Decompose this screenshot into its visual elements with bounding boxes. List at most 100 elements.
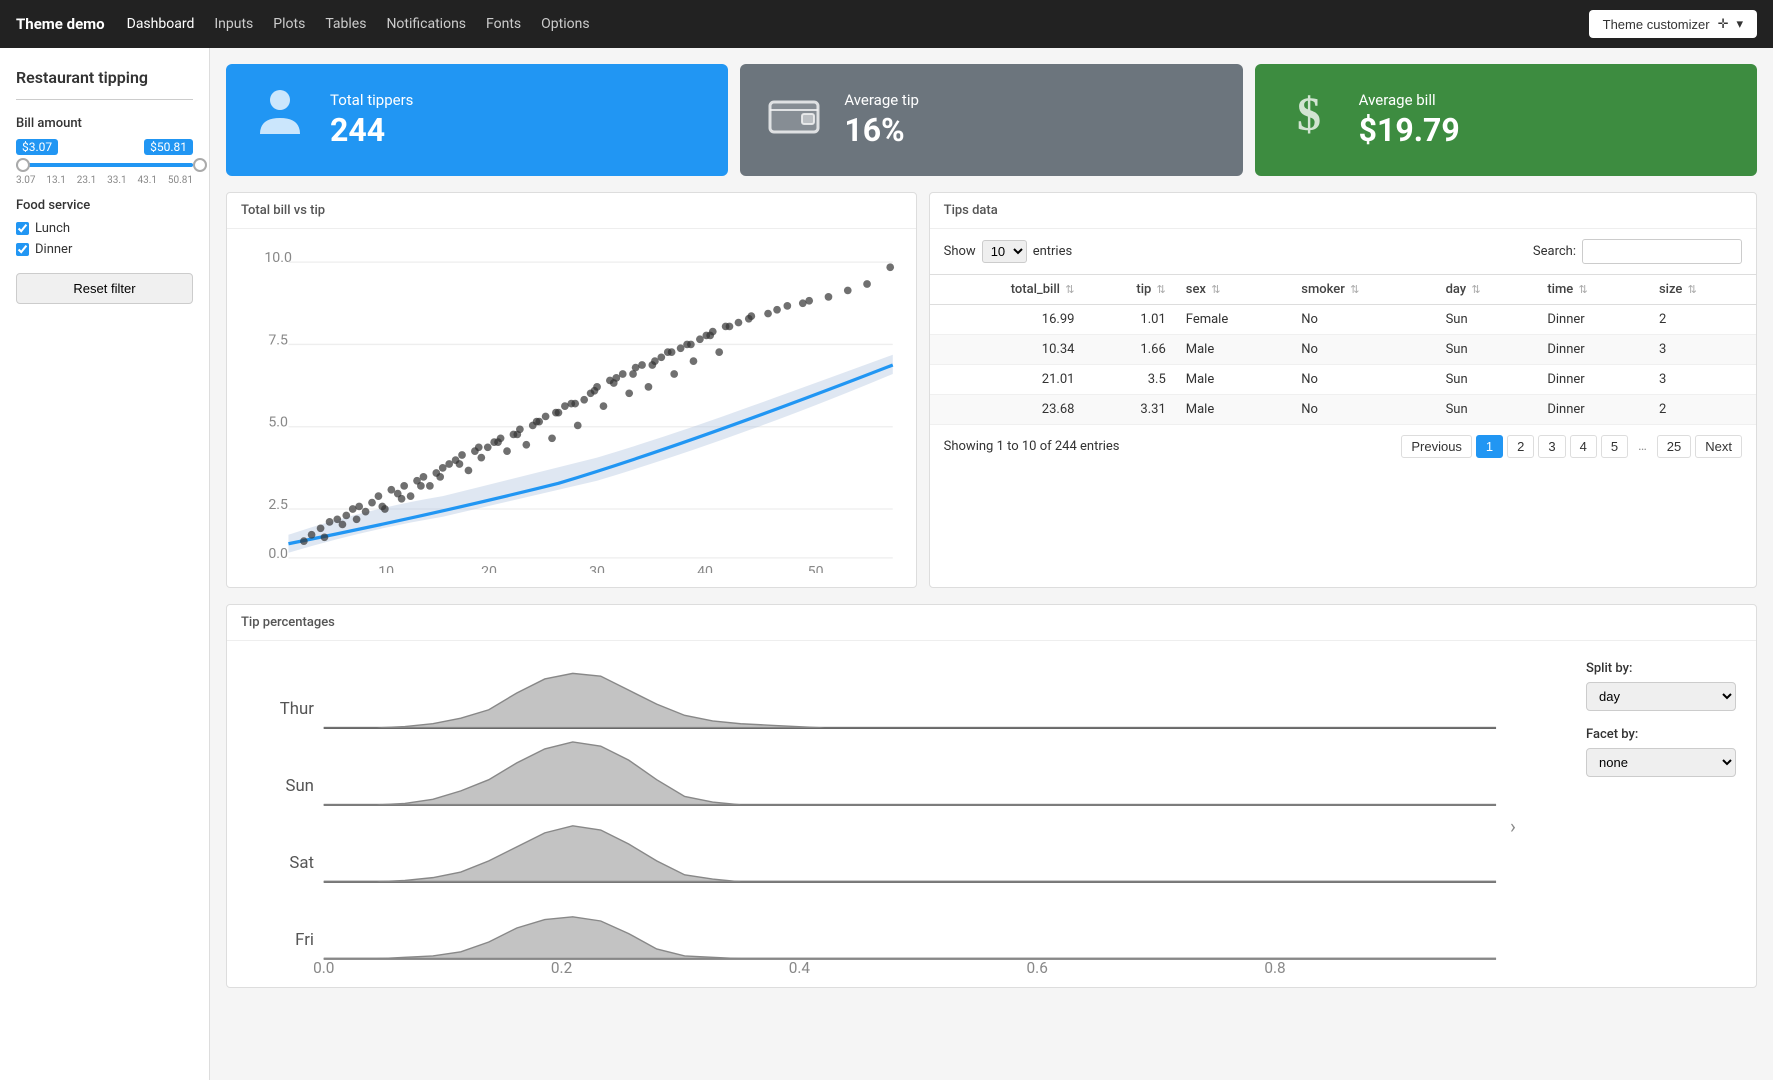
kpi-average-tip-label: Average tip	[844, 91, 919, 109]
svg-text:30: 30	[589, 564, 605, 573]
show-entries: Show 10 25 50 entries	[944, 240, 1073, 263]
col-total-bill[interactable]: total_bill ⇅	[930, 275, 1085, 305]
col-tip[interactable]: tip ⇅	[1084, 275, 1175, 305]
facet-by-select[interactable]: none day time sex smoker	[1586, 748, 1736, 777]
pagination-row: Showing 1 to 10 of 244 entries Previous …	[930, 425, 1756, 468]
facet-by-label: Facet by:	[1586, 727, 1736, 742]
density-chart-area: Thur Sun Sat Fri	[237, 651, 1566, 977]
svg-text:10: 10	[378, 564, 394, 573]
tick-3: 23.1	[77, 175, 97, 186]
checkbox-lunch-input[interactable]	[16, 222, 29, 235]
table-cell: 2	[1649, 395, 1756, 425]
kpi-average-tip-value: 16%	[844, 113, 919, 148]
table-cell: No	[1291, 365, 1435, 395]
page-next-button[interactable]: Next	[1695, 435, 1742, 458]
svg-text:7.5: 7.5	[268, 332, 288, 348]
svg-text:0.4: 0.4	[789, 959, 811, 977]
slider-fill	[16, 163, 193, 167]
table-cell: Sun	[1436, 305, 1538, 335]
col-size[interactable]: size ⇅	[1649, 275, 1756, 305]
density-svg: Thur Sun Sat Fri	[237, 651, 1566, 973]
table-cell: Female	[1176, 305, 1292, 335]
density-panel: Tip percentages Thur Sun Sat Fri	[226, 604, 1757, 988]
scatter-body: 10.0 7.5 5.0 2.5 0.0 10 20	[227, 229, 916, 587]
table-cell: 21.01	[930, 365, 1085, 395]
page-4-button[interactable]: 4	[1570, 435, 1597, 458]
nav-item-notifications[interactable]: Notifications	[384, 12, 468, 36]
slider-thumb-right[interactable]	[193, 158, 207, 172]
split-by-select[interactable]: day time sex smoker	[1586, 682, 1736, 711]
svg-text:Thur: Thur	[280, 700, 314, 720]
nav-item-inputs[interactable]: Inputs	[212, 12, 255, 36]
bill-amount-label: Bill amount	[16, 116, 193, 131]
checkbox-dinner-label: Dinner	[35, 242, 72, 257]
table-cell: 1.01	[1084, 305, 1175, 335]
show-label: Show	[944, 244, 976, 259]
slider-track[interactable]	[16, 163, 193, 167]
scatter-panel: Total bill vs tip 10.0 7.5 5.0 2.5 0.0	[226, 192, 917, 588]
col-time[interactable]: time ⇅	[1537, 275, 1649, 305]
page-5-button[interactable]: 5	[1601, 435, 1628, 458]
person-icon	[250, 84, 310, 156]
col-sex[interactable]: sex ⇅	[1176, 275, 1292, 305]
table-cell: 3.31	[1084, 395, 1175, 425]
entries-select[interactable]: 10 25 50	[982, 240, 1027, 263]
page-2-button[interactable]: 2	[1507, 435, 1534, 458]
top-navigation: Theme demo Dashboard Inputs Plots Tables…	[0, 0, 1773, 48]
scatter-title: Total bill vs tip	[227, 193, 916, 229]
checkbox-dinner-input[interactable]	[16, 243, 29, 256]
tick-4: 33.1	[107, 175, 127, 186]
svg-text:50: 50	[808, 564, 824, 573]
col-smoker[interactable]: smoker ⇅	[1291, 275, 1435, 305]
sort-icon-tip: ⇅	[1157, 283, 1166, 296]
table-cell: 3	[1649, 335, 1756, 365]
sort-icon-time: ⇅	[1579, 283, 1588, 296]
kpi-card-average-tip: Average tip 16%	[740, 64, 1242, 176]
svg-text:Fri: Fri	[295, 930, 314, 950]
kpi-total-tippers-label: Total tippers	[330, 91, 413, 109]
kpi-total-tippers-text: Total tippers 244	[330, 91, 413, 148]
checkbox-dinner[interactable]: Dinner	[16, 242, 193, 257]
checkbox-lunch-label: Lunch	[35, 221, 70, 236]
sidebar-divider	[16, 99, 193, 100]
search-input[interactable]	[1582, 239, 1742, 264]
slider-thumb-left[interactable]	[16, 158, 30, 172]
table-cell: 1.66	[1084, 335, 1175, 365]
table-cell: 10.34	[930, 335, 1085, 365]
slider-labels: $3.07 $50.81	[16, 139, 193, 155]
svg-text:0.6: 0.6	[1027, 959, 1048, 977]
page-prev-button[interactable]: Previous	[1401, 435, 1472, 458]
nav-item-fonts[interactable]: Fonts	[484, 12, 523, 36]
table-panel: Tips data Show 10 25 50 entries Search:	[929, 192, 1757, 588]
reset-filter-button[interactable]: Reset filter	[16, 273, 193, 304]
table-cell: Male	[1176, 365, 1292, 395]
wallet-icon	[764, 84, 824, 156]
checkbox-lunch[interactable]: Lunch	[16, 221, 193, 236]
sort-icon-total-bill: ⇅	[1065, 283, 1074, 296]
svg-text:Sat: Sat	[289, 853, 314, 873]
table-cell: 16.99	[930, 305, 1085, 335]
nav-item-tables[interactable]: Tables	[323, 12, 368, 36]
nav-item-dashboard[interactable]: Dashboard	[125, 12, 197, 36]
chevron-down-icon: ▾	[1736, 16, 1743, 32]
app-brand: Theme demo	[16, 15, 105, 33]
col-day[interactable]: day ⇅	[1436, 275, 1538, 305]
svg-text:40: 40	[697, 564, 713, 573]
page-3-button[interactable]: 3	[1538, 435, 1565, 458]
svg-text:2.5: 2.5	[268, 497, 288, 513]
kpi-average-tip-text: Average tip 16%	[844, 91, 919, 148]
slider-min-label: $3.07	[16, 139, 58, 155]
tick-1: 3.07	[16, 175, 36, 186]
bill-amount-slider-container: $3.07 $50.81 3.07 13.1 23.1 33.1 43.1 50…	[16, 139, 193, 186]
theme-customizer-button[interactable]: Theme customizer ✛ ▾	[1589, 10, 1757, 38]
page-25-button[interactable]: 25	[1657, 435, 1691, 458]
nav-item-plots[interactable]: Plots	[271, 12, 307, 36]
table-cell: Male	[1176, 395, 1292, 425]
kpi-average-bill-text: Average bill $19.79	[1359, 91, 1460, 148]
nav-item-options[interactable]: Options	[539, 12, 591, 36]
kpi-row: Total tippers 244 Average tip 16%	[226, 64, 1757, 176]
page-1-button[interactable]: 1	[1476, 435, 1503, 458]
table-controls: Show 10 25 50 entries Search:	[930, 229, 1756, 274]
kpi-average-bill-label: Average bill	[1359, 91, 1460, 109]
page-dots: …	[1632, 436, 1653, 457]
